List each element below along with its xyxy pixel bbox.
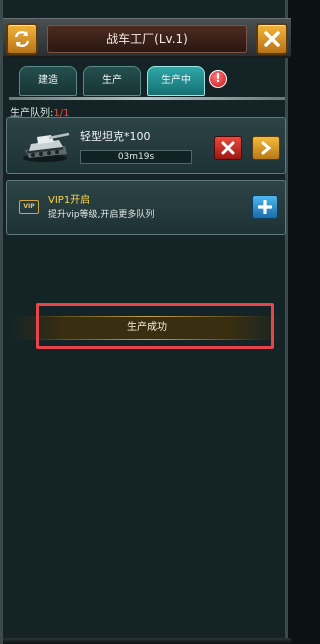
toast-highlight-outline xyxy=(36,303,274,349)
vip-badge-icon: VIP xyxy=(19,200,39,214)
refresh-arrows-icon xyxy=(14,30,30,48)
close-button[interactable] xyxy=(256,23,288,55)
production-timer: 03m19s xyxy=(80,150,192,164)
tab-in-production[interactable]: 生产中 xyxy=(147,66,205,96)
plus-icon xyxy=(258,200,272,214)
title-plate: 战车工厂(Lv.1) xyxy=(47,25,247,53)
alert-badge-icon: ! xyxy=(209,70,227,88)
unlock-queue-button[interactable] xyxy=(252,195,278,219)
tab-underline xyxy=(9,97,285,100)
vip-slot-card: VIP VIP1开启 提升vip等级,开启更多队列 xyxy=(6,180,286,235)
production-item-card: 轻型坦克*100 03m19s xyxy=(6,117,286,174)
close-x-icon xyxy=(264,31,280,47)
tab-build[interactable]: 建造 xyxy=(19,66,77,96)
speed-up-button[interactable] xyxy=(252,136,280,160)
cancel-production-button[interactable] xyxy=(214,136,242,160)
factory-screen: 战车工厂(Lv.1) 建造 生产 生产中 ! 生产队列:1/1 轻型坦克*100… xyxy=(0,0,291,644)
chevron-right-icon xyxy=(261,141,272,155)
tab-bar: 建造 生产 生产中 ! xyxy=(3,60,291,100)
light-tank-icon xyxy=(23,132,70,162)
vip-slot-description: 提升vip等级,开启更多队列 xyxy=(48,210,155,220)
tab-produce[interactable]: 生产 xyxy=(83,66,141,96)
header-bar: 战车工厂(Lv.1) xyxy=(3,18,291,58)
page-title: 战车工厂(Lv.1) xyxy=(106,32,188,46)
vip-slot-title: VIP1开启 xyxy=(48,195,91,206)
unit-name: 轻型坦克*100 xyxy=(80,130,151,143)
bottom-edge xyxy=(3,638,291,644)
cancel-x-icon xyxy=(221,141,235,155)
refresh-button[interactable] xyxy=(6,23,38,55)
